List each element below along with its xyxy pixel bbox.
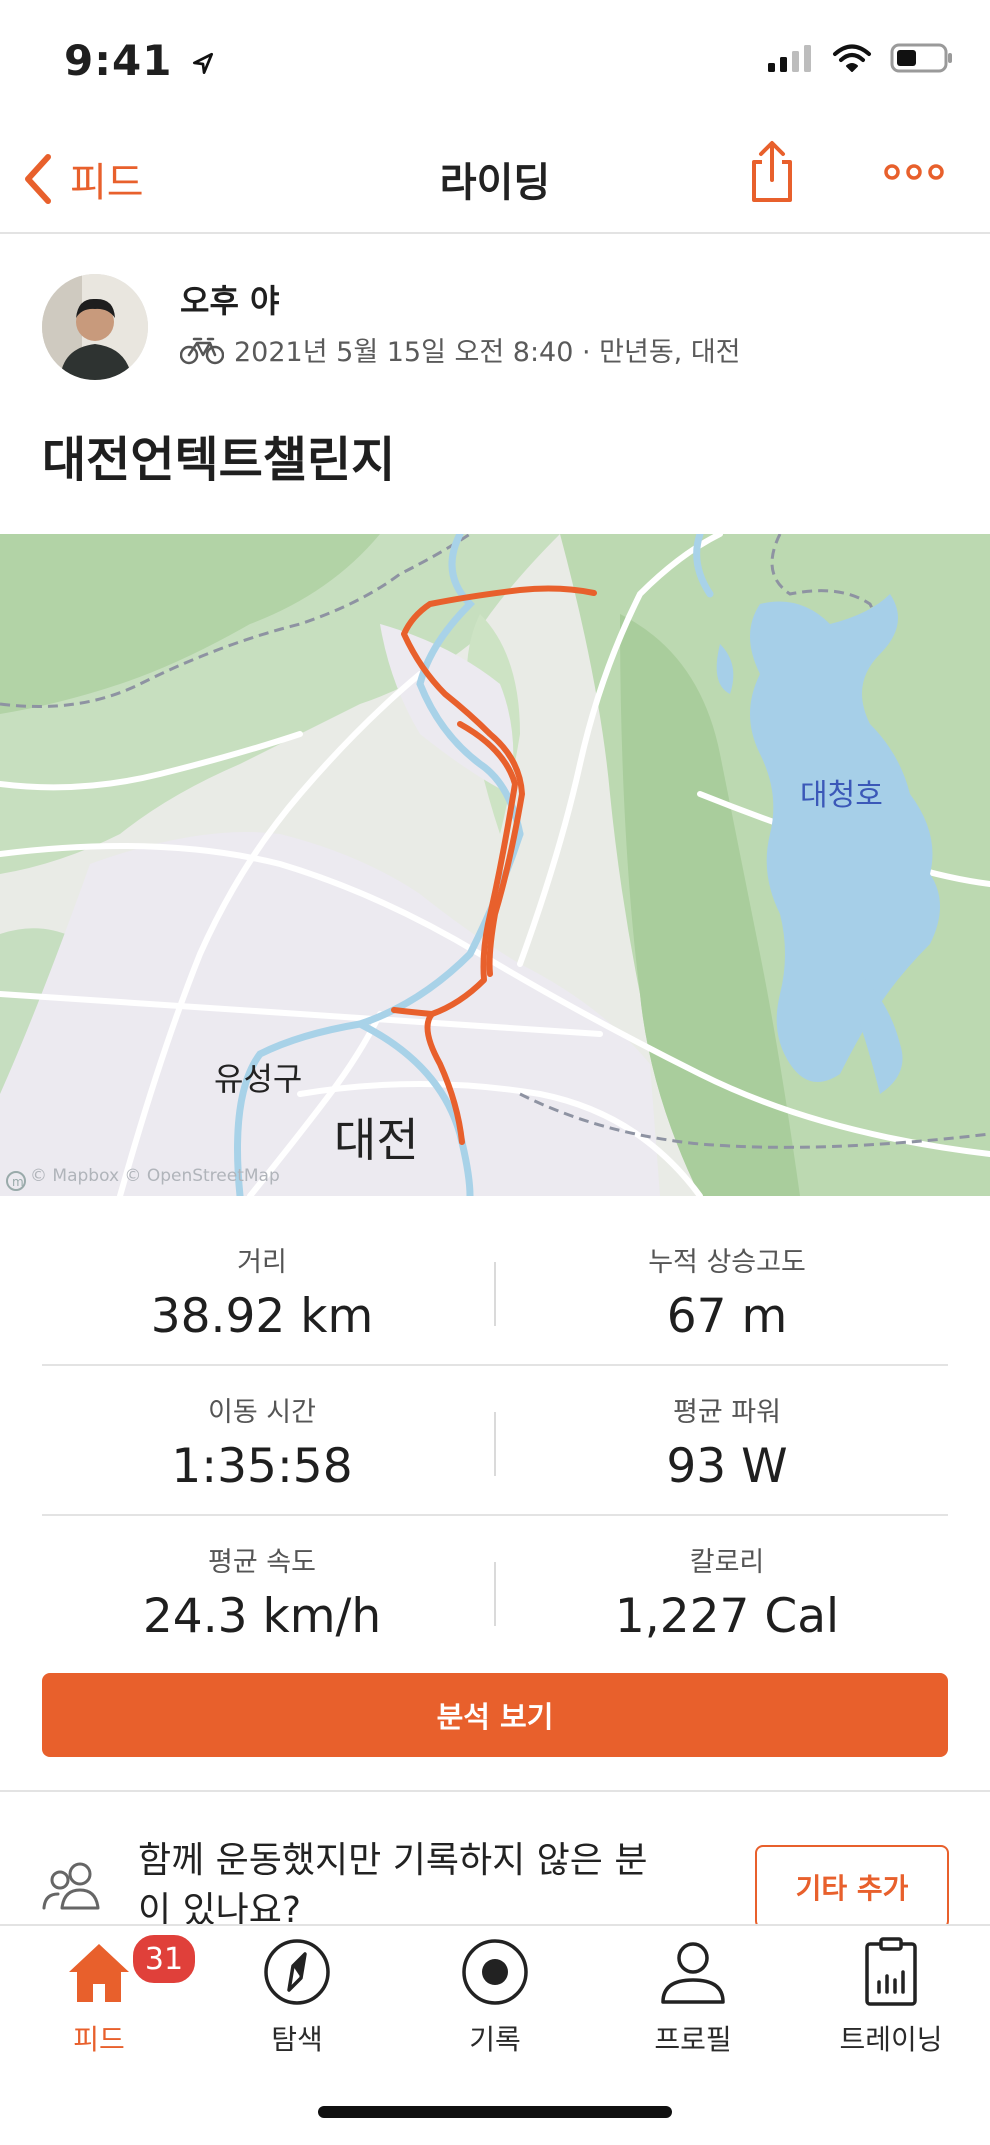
route-map[interactable]: m 대청호 유성구 대전 © Mapbox © OpenStreetMap [0, 534, 990, 1196]
map-canvas: m [0, 534, 990, 1196]
more-button[interactable] [884, 162, 944, 186]
training-icon [865, 1937, 917, 2006]
signal-icon [768, 45, 811, 72]
stat-divider [494, 1412, 496, 1476]
status-indicators [766, 42, 954, 74]
share-icon [752, 141, 792, 202]
share-button[interactable] [748, 140, 796, 208]
analyze-button[interactable]: 분석 보기 [42, 1673, 948, 1757]
more-icon [884, 164, 944, 180]
map-label-city: 대전 [334, 1113, 419, 1167]
tab-profile[interactable]: 프로필 [594, 1936, 792, 2058]
stat-divider [494, 1262, 496, 1326]
stat-value: 1,227 Cal [614, 1589, 840, 1644]
athlete-name[interactable]: 오후 야 [180, 276, 279, 322]
stat-moving-time: 이동 시간 1:35:58 [62, 1390, 462, 1494]
tab-label: 트레이닝 [839, 2023, 943, 2056]
stat-avg-speed: 평균 속도 24.3 km/h [62, 1540, 462, 1644]
stat-value: 1:35:58 [171, 1439, 353, 1494]
page-title: 라이딩 [439, 160, 551, 206]
add-other-button[interactable]: 기타 추가 [755, 1845, 949, 1929]
stat-label: 거리 [237, 1247, 287, 1278]
location-arrow-icon [193, 52, 214, 74]
stat-row-divider [42, 1514, 948, 1516]
tab-label: 프로필 [654, 2023, 732, 2056]
stat-label: 평균 속도 [208, 1547, 316, 1578]
tab-training[interactable]: 트레이닝 [792, 1936, 990, 2058]
stat-label: 평균 파워 [673, 1397, 781, 1428]
bike-icon [180, 337, 224, 364]
tab-record[interactable]: 기록 [396, 1936, 594, 2058]
status-time: 9:41 [64, 36, 216, 85]
group-prompt-text: 함께 운동했지만 기록하지 않은 분이 있나요? [138, 1840, 648, 1931]
activity-meta: 2021년 5월 15일 오전 8:40 · 만년동, 대전 [180, 330, 741, 369]
stat-label: 칼로리 [689, 1547, 765, 1578]
stat-divider [494, 1562, 496, 1626]
group-icon [42, 1860, 106, 1914]
tab-label: 탐색 [271, 2023, 323, 2056]
battery-icon [890, 43, 952, 73]
wifi-icon [833, 44, 871, 72]
stat-avg-power: 평균 파워 93 W [527, 1390, 927, 1494]
avatar[interactable] [42, 274, 148, 380]
compass-icon [264, 1939, 330, 2005]
stat-label: 이동 시간 [208, 1397, 316, 1428]
profile-icon [661, 1942, 725, 2004]
svg-text:m: m [12, 1175, 24, 1189]
stat-distance: 거리 38.92 km [62, 1240, 462, 1344]
tab-label: 피드 [73, 2023, 125, 2056]
notification-badge: 31 [130, 1932, 198, 1986]
stat-value: 24.3 km/h [142, 1589, 382, 1644]
stat-elevation: 누적 상승고도 67 m [527, 1240, 927, 1344]
stat-value: 93 W [666, 1439, 788, 1494]
tab-label: 기록 [469, 2023, 521, 2056]
record-icon [462, 1939, 528, 2005]
stat-label: 누적 상승고도 [648, 1247, 806, 1278]
stat-calories: 칼로리 1,227 Cal [527, 1540, 927, 1644]
home-icon [69, 1944, 129, 2002]
map-label-lake: 대청호 [800, 778, 883, 813]
home-indicator[interactable] [318, 2106, 672, 2118]
stat-value: 38.92 km [150, 1289, 374, 1344]
map-label-district: 유성구 [214, 1060, 303, 1098]
tab-explore[interactable]: 탐색 [198, 1936, 396, 2058]
map-attribution[interactable]: © Mapbox © OpenStreetMap [30, 1166, 280, 1186]
activity-title: 대전언텍트챌린지 [42, 432, 396, 488]
section-divider [0, 1790, 990, 1792]
stat-value: 67 m [666, 1289, 788, 1344]
stat-row-divider [42, 1364, 948, 1366]
